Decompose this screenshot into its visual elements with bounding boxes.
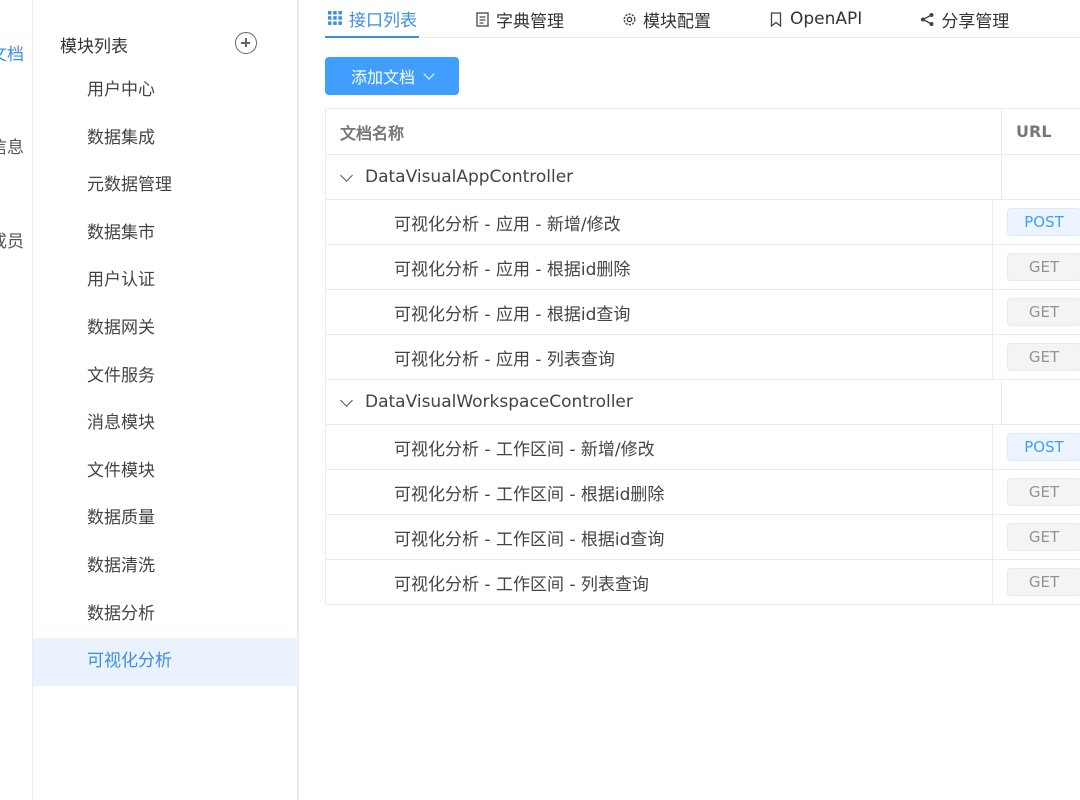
module-item-data-analysis[interactable]: 数据分析	[33, 591, 298, 639]
api-table: 文档名称 URL DataVisualAppController 可视化分析 -…	[325, 108, 1080, 605]
method-cell: POST	[993, 425, 1080, 469]
module-item-message[interactable]: 消息模块	[33, 400, 298, 448]
tab-label: 接口列表	[349, 10, 417, 31]
group-name-cell: DataVisualWorkspaceController	[326, 380, 1002, 424]
share-icon	[919, 11, 935, 27]
chevron-down-icon	[423, 68, 435, 80]
method-badge: GET	[1007, 568, 1080, 596]
api-name[interactable]: 可视化分析 - 工作区间 - 新增/修改	[326, 425, 993, 469]
header-doc-name: 文档名称	[326, 109, 1002, 154]
module-item-user-auth[interactable]: 用户认证	[33, 257, 298, 305]
method-badge: GET	[1007, 478, 1080, 506]
table-header: 文档名称 URL	[326, 109, 1080, 155]
table-group-row[interactable]: DataVisualWorkspaceController	[326, 380, 1080, 425]
api-name[interactable]: 可视化分析 - 应用 - 根据id删除	[326, 245, 993, 289]
module-sidebar: 模块列表 用户中心 数据集成 元数据管理 数据集市 用户认证 数据网关 文件服务…	[33, 0, 298, 800]
group-url-cell	[1002, 380, 1080, 424]
nav-item-info[interactable]: 信息	[0, 133, 24, 158]
table-row[interactable]: 可视化分析 - 工作区间 - 新增/修改 POST	[326, 425, 1080, 470]
add-module-icon[interactable]	[235, 32, 257, 54]
tab-openapi[interactable]: OpenAPI	[766, 0, 864, 38]
table-row[interactable]: 可视化分析 - 工作区间 - 根据id删除 GET	[326, 470, 1080, 515]
module-item-data-mart[interactable]: 数据集市	[33, 210, 298, 258]
tab-dictionary[interactable]: 字典管理	[472, 0, 566, 38]
tab-label: 分享管理	[941, 11, 1010, 32]
method-badge: POST	[1007, 208, 1080, 236]
method-cell: GET	[993, 515, 1080, 559]
module-header: 模块列表	[33, 20, 298, 68]
nav-item-members[interactable]: 成员	[0, 227, 24, 252]
module-item-file-module[interactable]: 文件模块	[33, 448, 298, 496]
method-badge: GET	[1007, 343, 1080, 371]
chevron-down-icon[interactable]	[340, 168, 353, 182]
group-name: DataVisualAppController	[365, 167, 574, 187]
module-item-visual-analysis[interactable]: 可视化分析	[33, 638, 298, 686]
tab-label: OpenAPI	[790, 9, 863, 29]
module-list: 用户中心 数据集成 元数据管理 数据集市 用户认证 数据网关 文件服务 消息模块…	[33, 67, 298, 686]
tab-module-config[interactable]: 模块配置	[619, 0, 713, 38]
module-item-data-integration[interactable]: 数据集成	[33, 115, 298, 163]
tab-label: 字典管理	[496, 11, 564, 32]
add-document-label: 添加文档	[350, 70, 415, 87]
method-badge: GET	[1007, 298, 1080, 326]
document-icon	[474, 11, 490, 27]
api-name[interactable]: 可视化分析 - 工作区间 - 根据id查询	[326, 515, 993, 559]
api-name[interactable]: 可视化分析 - 应用 - 根据id查询	[326, 290, 993, 334]
group-url-cell	[1002, 155, 1080, 199]
chevron-down-icon[interactable]	[340, 393, 353, 407]
table-row[interactable]: 可视化分析 - 工作区间 - 列表查询 GET	[326, 560, 1080, 605]
table-row[interactable]: 可视化分析 - 应用 - 新增/修改 POST	[326, 200, 1080, 245]
module-item-metadata[interactable]: 元数据管理	[33, 162, 298, 210]
method-badge: GET	[1007, 253, 1080, 281]
module-list-title: 模块列表	[60, 37, 128, 57]
group-name-cell: DataVisualAppController	[326, 155, 1002, 199]
tab-api-list[interactable]: 接口列表	[325, 0, 419, 38]
table-row[interactable]: 可视化分析 - 应用 - 根据id查询 GET	[326, 290, 1080, 335]
table-group-row[interactable]: DataVisualAppController	[326, 155, 1080, 200]
group-name: DataVisualWorkspaceController	[365, 392, 633, 412]
grid-icon	[327, 10, 343, 26]
module-item-data-quality[interactable]: 数据质量	[33, 495, 298, 543]
method-cell: POST	[993, 200, 1080, 244]
module-item-user-center[interactable]: 用户中心	[33, 67, 298, 115]
method-badge: GET	[1007, 523, 1080, 551]
left-nav: 文档 信息 成员	[0, 0, 33, 800]
tab-label: 模块配置	[643, 11, 711, 32]
method-cell: GET	[993, 290, 1080, 334]
add-document-button[interactable]: 添加文档	[325, 57, 459, 95]
gear-icon	[621, 11, 637, 27]
tab-share[interactable]: 分享管理	[917, 0, 1011, 38]
method-badge: POST	[1007, 433, 1080, 461]
module-item-file-service[interactable]: 文件服务	[33, 353, 298, 401]
module-item-data-cleaning[interactable]: 数据清洗	[33, 543, 298, 591]
table-row[interactable]: 可视化分析 - 工作区间 - 根据id查询 GET	[326, 515, 1080, 560]
table-row[interactable]: 可视化分析 - 应用 - 列表查询 GET	[326, 335, 1080, 380]
tab-bar: 接口列表 字典管理 模块配置 OpenAPI 分享管理	[325, 0, 1080, 38]
api-name[interactable]: 可视化分析 - 工作区间 - 列表查询	[326, 560, 993, 604]
method-cell: GET	[993, 560, 1080, 604]
nav-item-docs[interactable]: 文档	[0, 40, 24, 65]
method-cell: GET	[993, 470, 1080, 514]
api-name[interactable]: 可视化分析 - 工作区间 - 根据id删除	[326, 470, 993, 514]
header-url: URL	[1016, 122, 1052, 141]
method-cell: GET	[993, 335, 1080, 379]
module-item-data-gateway[interactable]: 数据网关	[33, 305, 298, 353]
main-content: 接口列表 字典管理 模块配置 OpenAPI 分享管理 添加文档 文档名称 UR…	[298, 0, 1080, 800]
api-name[interactable]: 可视化分析 - 应用 - 新增/修改	[326, 200, 993, 244]
bookmark-icon	[768, 11, 784, 27]
api-name[interactable]: 可视化分析 - 应用 - 列表查询	[326, 335, 993, 379]
table-row[interactable]: 可视化分析 - 应用 - 根据id删除 GET	[326, 245, 1080, 290]
method-cell: GET	[993, 245, 1080, 289]
